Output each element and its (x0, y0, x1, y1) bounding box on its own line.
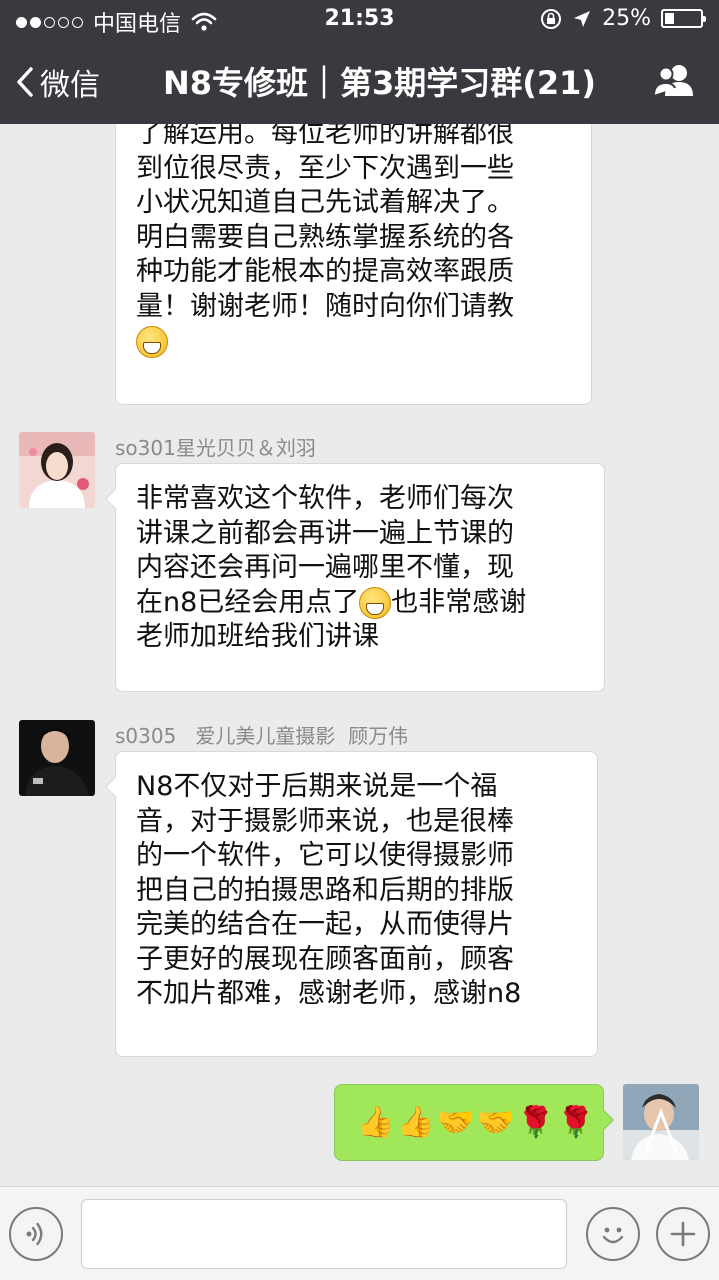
emoji-button[interactable] (586, 1207, 640, 1261)
message-line: 到位很尽责，至少下次遇到一些 (136, 152, 514, 184)
message-line: 小状况知道自己先试着解决了。 (136, 187, 514, 218)
back-button[interactable]: 微信 (16, 60, 100, 104)
thumbs-up-emoji-icon: 👍 (397, 1105, 435, 1140)
my-avatar[interactable] (623, 1084, 699, 1160)
voice-button[interactable] (9, 1207, 63, 1261)
battery-percent: 25% (602, 6, 651, 31)
grin-emoji-icon (136, 325, 168, 358)
message-line: 种功能才能根本的提高效率跟质 (136, 256, 514, 287)
avatar[interactable] (19, 720, 95, 796)
location-arrow-icon (574, 10, 591, 27)
message-line: 讲课之前都会再讲一遍上节课的 (136, 517, 514, 549)
message-line: 量！谢谢老师！随时向你们请教 (136, 290, 514, 322)
message-line: 老师加班给我们讲课 (136, 621, 379, 652)
message-line: 完美的结合在一起，从而使得片 (136, 909, 514, 940)
back-label: 微信 (40, 68, 100, 103)
battery-icon (661, 9, 706, 28)
rose-emoji-icon: 🌹 (517, 1105, 555, 1140)
message-input[interactable] (81, 1199, 567, 1269)
message-line: 在n8已经会用点了 也非常感谢 (136, 586, 527, 619)
message-bubble[interactable]: 了解运用。每位老师的讲解都很 到位很尽责，至少下次遇到一些 小状况知道自己先试着… (115, 124, 592, 405)
input-bar (0, 1186, 719, 1280)
thumbs-up-emoji-icon: 👍 (357, 1105, 395, 1140)
more-button[interactable] (656, 1207, 710, 1261)
rose-emoji-icon: 🌹 (557, 1105, 595, 1140)
message-line: 明白需要自己熟练掌握系统的各 (136, 221, 514, 253)
message-line: 的一个软件，它可以使得摄影师 (136, 840, 514, 871)
grin-emoji-icon (359, 587, 392, 619)
voice-icon (26, 1222, 43, 1246)
chat-title: N8专修班｜第3期学习群(21) (162, 64, 597, 102)
message-line: 子更好的展现在顾客面前，顾客 (136, 943, 514, 975)
sent-message-bubble[interactable]: 👍 👍 🤝 🤝 🌹 🌹 (334, 1084, 614, 1161)
message-line: N8不仅对于后期来说是一个福 (136, 771, 498, 802)
plus-icon (670, 1221, 696, 1247)
group-members-icon[interactable] (651, 62, 697, 98)
avatar[interactable] (19, 432, 95, 508)
chat-messages[interactable]: 了解运用。每位老师的讲解都很 到位很尽责，至少下次遇到一些 小状况知道自己先试着… (0, 124, 719, 1186)
message-line: 把自己的拍摄思路和后期的排版 (136, 874, 514, 906)
message-line: 音，对于摄影师来说，也是很棒 (136, 805, 514, 837)
nav-bar: 微信 N8专修班｜第3期学习群(21) (0, 40, 719, 124)
message-line: 内容还会再问一遍哪里不懂，现 (136, 552, 514, 583)
sender-name: so301星光贝贝＆刘羽 (115, 436, 316, 460)
message-bubble[interactable]: N8不仅对于后期来说是一个福 音，对于摄影师来说，也是很棒 的一个软件，它可以使… (105, 751, 598, 1057)
status-bar: 中国电信 21:53 25% (0, 0, 719, 40)
message-line: 不加片都难，感谢老师，感谢n8 (136, 978, 522, 1009)
handshake-emoji-icon: 🤝 (477, 1105, 515, 1140)
handshake-emoji-icon: 🤝 (437, 1105, 475, 1140)
rotation-lock-icon (541, 8, 562, 29)
message-line: 非常喜欢这个软件，老师们每次 (136, 483, 514, 514)
chevron-left-icon (17, 67, 33, 97)
sender-name: s0305 爱儿美儿童摄影 顾万伟 (115, 724, 409, 748)
message-bubble[interactable]: 非常喜欢这个软件，老师们每次 讲课之前都会再讲一遍上节课的 内容还会再问一遍哪里… (105, 463, 605, 692)
emoji-icon (602, 1227, 624, 1244)
message-line: 了解运用。每位老师的讲解都很 (136, 124, 514, 149)
